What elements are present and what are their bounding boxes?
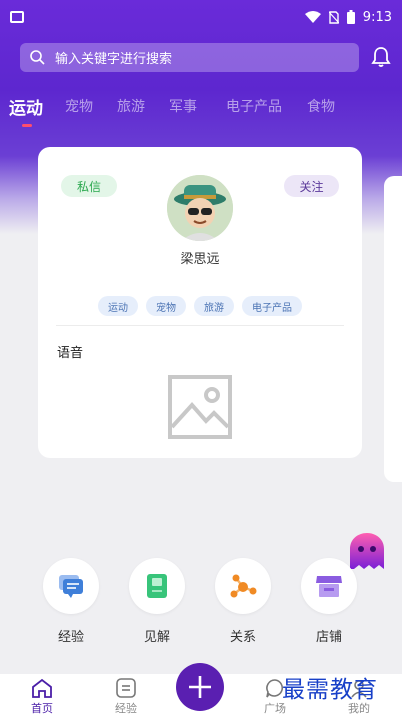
user-card[interactable]: 私信 关注 梁思远 运动 宠物 旅游 电子产品 语音	[38, 147, 362, 458]
wifi-icon	[304, 11, 321, 23]
home-icon	[32, 678, 52, 698]
tab-electronics[interactable]: 电子产品	[226, 96, 282, 116]
tab-travel[interactable]: 旅游	[117, 96, 145, 116]
gallery-notification-icon	[10, 11, 24, 23]
category-tabs: 运动 宠物 旅游 军事 电子产品 食物	[0, 96, 402, 132]
follow-button[interactable]: 关注	[284, 175, 339, 197]
status-time: 9:13	[362, 9, 392, 25]
voice-label: 语音	[57, 346, 84, 361]
quick-action-insight[interactable]: 见解	[127, 558, 187, 645]
message-button[interactable]: 私信	[61, 175, 117, 197]
chat-bubble-icon	[59, 575, 83, 598]
active-tab-indicator	[22, 124, 32, 127]
nav-experience[interactable]: 经验	[101, 678, 151, 716]
no-sim-icon	[328, 10, 339, 24]
battery-icon	[346, 10, 355, 24]
plus-icon	[189, 676, 211, 698]
quick-action-label: 店铺	[315, 630, 342, 645]
quick-action-label: 见解	[143, 630, 170, 645]
quick-action-shop[interactable]: 店铺	[299, 558, 359, 645]
quick-actions: 经验 见解 关系 店铺	[0, 558, 402, 648]
interest-tags: 运动 宠物 旅游 电子产品	[38, 296, 362, 316]
avatar[interactable]	[167, 175, 233, 241]
status-bar: 9:13	[0, 0, 402, 34]
quick-action-label: 经验	[57, 630, 84, 645]
search-icon	[30, 50, 45, 65]
tag-chip[interactable]: 宠物	[146, 296, 186, 316]
quick-action-relations[interactable]: 关系	[213, 558, 273, 645]
divider	[56, 325, 344, 326]
book-icon	[147, 574, 167, 598]
next-card[interactable]	[384, 176, 402, 482]
tab-sports[interactable]: 运动	[9, 94, 43, 119]
list-icon	[116, 678, 136, 698]
username: 梁思远	[180, 252, 220, 267]
network-icon	[230, 574, 257, 598]
bell-icon[interactable]	[369, 45, 393, 69]
tag-chip[interactable]: 旅游	[194, 296, 234, 316]
nav-label: 首页	[31, 702, 53, 715]
nav-label: 经验	[115, 702, 137, 715]
tab-pets[interactable]: 宠物	[65, 96, 93, 116]
tag-chip[interactable]: 电子产品	[242, 296, 302, 316]
quick-action-label: 关系	[229, 630, 256, 645]
nav-home[interactable]: 首页	[17, 678, 67, 716]
tab-military[interactable]: 军事	[169, 96, 197, 116]
quick-action-experience[interactable]: 经验	[41, 558, 101, 645]
add-button[interactable]	[176, 663, 224, 711]
image-placeholder-icon[interactable]	[168, 375, 232, 439]
watermark: 最需教育	[282, 677, 378, 703]
tag-chip[interactable]: 运动	[98, 296, 138, 316]
search-input[interactable]: 输入关键字进行搜索	[20, 43, 359, 72]
search-placeholder: 输入关键字进行搜索	[55, 52, 173, 67]
shop-icon	[316, 576, 342, 597]
tab-food[interactable]: 食物	[307, 96, 335, 116]
